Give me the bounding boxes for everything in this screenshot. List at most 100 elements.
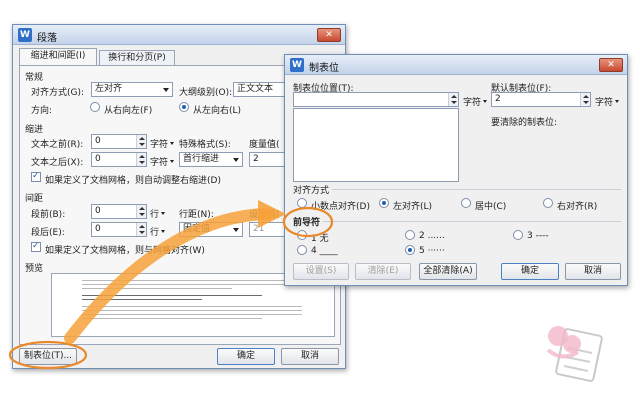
spinner-icon[interactable] bbox=[580, 93, 590, 106]
tab-stops-button[interactable]: 制表位(T)... bbox=[19, 348, 77, 365]
set-tab-button[interactable]: 设置(S) bbox=[293, 263, 349, 280]
before-para-value: 0 bbox=[95, 206, 101, 216]
paragraph-ok-button[interactable]: 确定 bbox=[217, 348, 275, 365]
clear-all-tabs-button[interactable]: 全部清除(A) bbox=[419, 263, 477, 280]
before-para-label: 段前(B): bbox=[31, 210, 66, 220]
align-center-radio[interactable] bbox=[461, 198, 471, 208]
before-text-label: 文本之前(R): bbox=[31, 140, 84, 150]
tab-position-unit[interactable]: 字符 bbox=[463, 95, 488, 108]
leader-none-radio[interactable] bbox=[297, 230, 307, 240]
chevron-down-icon bbox=[230, 223, 242, 236]
align-right-radio[interactable] bbox=[543, 198, 553, 208]
after-para-value: 0 bbox=[95, 224, 101, 234]
set-value-label: 设置值( bbox=[249, 210, 280, 220]
cainiao-watermark-logo bbox=[546, 326, 603, 382]
paragraph-cancel-button[interactable]: 取消 bbox=[281, 348, 339, 365]
before-text-input[interactable]: 0 bbox=[91, 134, 147, 149]
align-left-radio[interactable] bbox=[379, 198, 389, 208]
spinner-icon[interactable] bbox=[448, 93, 458, 106]
preview-section-label: 预览 bbox=[25, 264, 44, 274]
spinner-icon[interactable] bbox=[136, 223, 146, 236]
align-decimal-label: 小数点对齐(D) bbox=[311, 202, 370, 212]
ltr-radio[interactable] bbox=[179, 102, 189, 112]
tab-stops-dialog-title: 制表位 bbox=[309, 63, 339, 74]
align-decimal-radio[interactable] bbox=[297, 198, 307, 208]
measure-label: 度量值( bbox=[249, 140, 280, 150]
default-tab-unit[interactable]: 字符 bbox=[595, 95, 620, 108]
wps-writer-icon: W bbox=[18, 28, 32, 42]
special-format-label: 特殊格式(S): bbox=[179, 140, 231, 150]
leader-dashes-radio[interactable] bbox=[513, 230, 523, 240]
wps-writer-icon: W bbox=[290, 58, 304, 72]
chevron-down-icon bbox=[230, 153, 242, 166]
general-section-label: 常规 bbox=[25, 73, 44, 83]
after-para-unit[interactable]: 行 bbox=[150, 225, 166, 238]
before-text-value: 0 bbox=[95, 136, 101, 146]
spinner-icon[interactable] bbox=[136, 135, 146, 148]
line-spacing-select[interactable]: 固定值 bbox=[179, 222, 243, 237]
before-para-input[interactable]: 0 bbox=[91, 204, 147, 219]
leader-none-label: 1 无 bbox=[311, 234, 329, 244]
spinner-icon[interactable] bbox=[136, 205, 146, 218]
alignment-value: 左对齐 bbox=[95, 84, 123, 94]
tab-position-input[interactable] bbox=[293, 92, 459, 107]
outline-level-value: 正文文本 bbox=[237, 84, 274, 94]
leader-underline-label: 4 ____ bbox=[311, 246, 338, 256]
after-text-input[interactable]: 0 bbox=[91, 152, 147, 167]
after-text-label: 文本之后(X): bbox=[31, 158, 84, 168]
special-format-select[interactable]: 首行缩进 bbox=[179, 152, 243, 167]
paragraph-dialog-title: 段落 bbox=[37, 33, 57, 44]
line-spacing-label: 行距(N): bbox=[179, 210, 214, 220]
grid-align-label: 如果定义了文档网格，则与网格对齐(W) bbox=[45, 246, 205, 256]
close-icon[interactable]: ✕ bbox=[317, 28, 341, 42]
tabs-ok-button[interactable]: 确定 bbox=[501, 263, 559, 280]
outline-level-label: 大纲级别(O): bbox=[179, 88, 233, 98]
line-spacing-value: 固定值 bbox=[183, 224, 211, 234]
before-para-unit[interactable]: 行 bbox=[150, 207, 166, 220]
alignment-label: 对齐方式(G): bbox=[31, 88, 85, 98]
spinner-icon[interactable] bbox=[136, 153, 146, 166]
leader-middle-dots-radio[interactable] bbox=[405, 245, 415, 255]
close-icon[interactable]: ✕ bbox=[599, 58, 623, 72]
leader-dashes-label: 3 ---- bbox=[527, 231, 549, 241]
leader-section-label: 前导符 bbox=[293, 215, 324, 228]
before-text-unit[interactable]: 字符 bbox=[150, 137, 175, 150]
paragraph-title-bar[interactable]: W 段落 ✕ bbox=[13, 25, 345, 45]
grid-indent-label: 如果定义了文档网格，则自动调整右缩进(D) bbox=[45, 176, 221, 186]
measure-input[interactable]: 2 bbox=[249, 152, 285, 167]
clear-tab-button[interactable]: 清除(E) bbox=[355, 263, 411, 280]
tab-stops-dialog: W 制表位 ✕ 制表位位置(T): 字符 默认制表位(F): 2 字符 要清除的… bbox=[284, 54, 628, 286]
alignment-select[interactable]: 左对齐 bbox=[91, 82, 173, 97]
tabs-to-clear-label: 要清除的制表位: bbox=[491, 118, 558, 128]
tabs-cancel-button[interactable]: 取消 bbox=[565, 263, 621, 280]
after-text-unit[interactable]: 字符 bbox=[150, 155, 175, 168]
after-para-input[interactable]: 0 bbox=[91, 222, 147, 237]
leader-dots-radio[interactable] bbox=[405, 230, 415, 240]
special-format-value: 首行缩进 bbox=[183, 154, 220, 164]
chevron-down-icon bbox=[160, 83, 172, 96]
leader-middle-dots-label: 5 ······ bbox=[419, 246, 445, 256]
rtl-label: 从右向左(F) bbox=[104, 106, 153, 116]
after-para-label: 段后(E): bbox=[31, 228, 65, 238]
grid-indent-checkbox[interactable] bbox=[31, 171, 41, 182]
ltr-label: 从左向右(L) bbox=[193, 106, 242, 116]
leader-underline-radio[interactable] bbox=[297, 245, 307, 255]
rtl-radio[interactable] bbox=[90, 102, 100, 112]
default-tab-input[interactable]: 2 bbox=[491, 92, 591, 107]
tab-indent-spacing[interactable]: 缩进和间距(I) bbox=[19, 48, 97, 65]
default-tab-value: 2 bbox=[495, 94, 501, 104]
grid-align-checkbox[interactable] bbox=[31, 241, 41, 252]
after-text-value: 0 bbox=[95, 154, 101, 164]
align-right-label: 右对齐(R) bbox=[557, 202, 598, 212]
direction-label: 方向: bbox=[31, 106, 53, 116]
tab-line-page-breaks[interactable]: 换行和分页(P) bbox=[99, 50, 175, 65]
align-center-label: 居中(C) bbox=[475, 202, 507, 212]
set-value-input[interactable]: 21 bbox=[249, 222, 285, 237]
leader-dots-label: 2 ...... bbox=[419, 231, 445, 241]
tab-alignment-section-label: 对齐方式 bbox=[293, 183, 333, 196]
tabs-title-bar[interactable]: W 制表位 ✕ bbox=[285, 55, 627, 75]
measure-value: 2 bbox=[253, 154, 259, 164]
tab-position-list[interactable] bbox=[293, 108, 459, 182]
align-left-label: 左对齐(L) bbox=[393, 202, 433, 212]
spacing-section-label: 间距 bbox=[25, 194, 44, 204]
